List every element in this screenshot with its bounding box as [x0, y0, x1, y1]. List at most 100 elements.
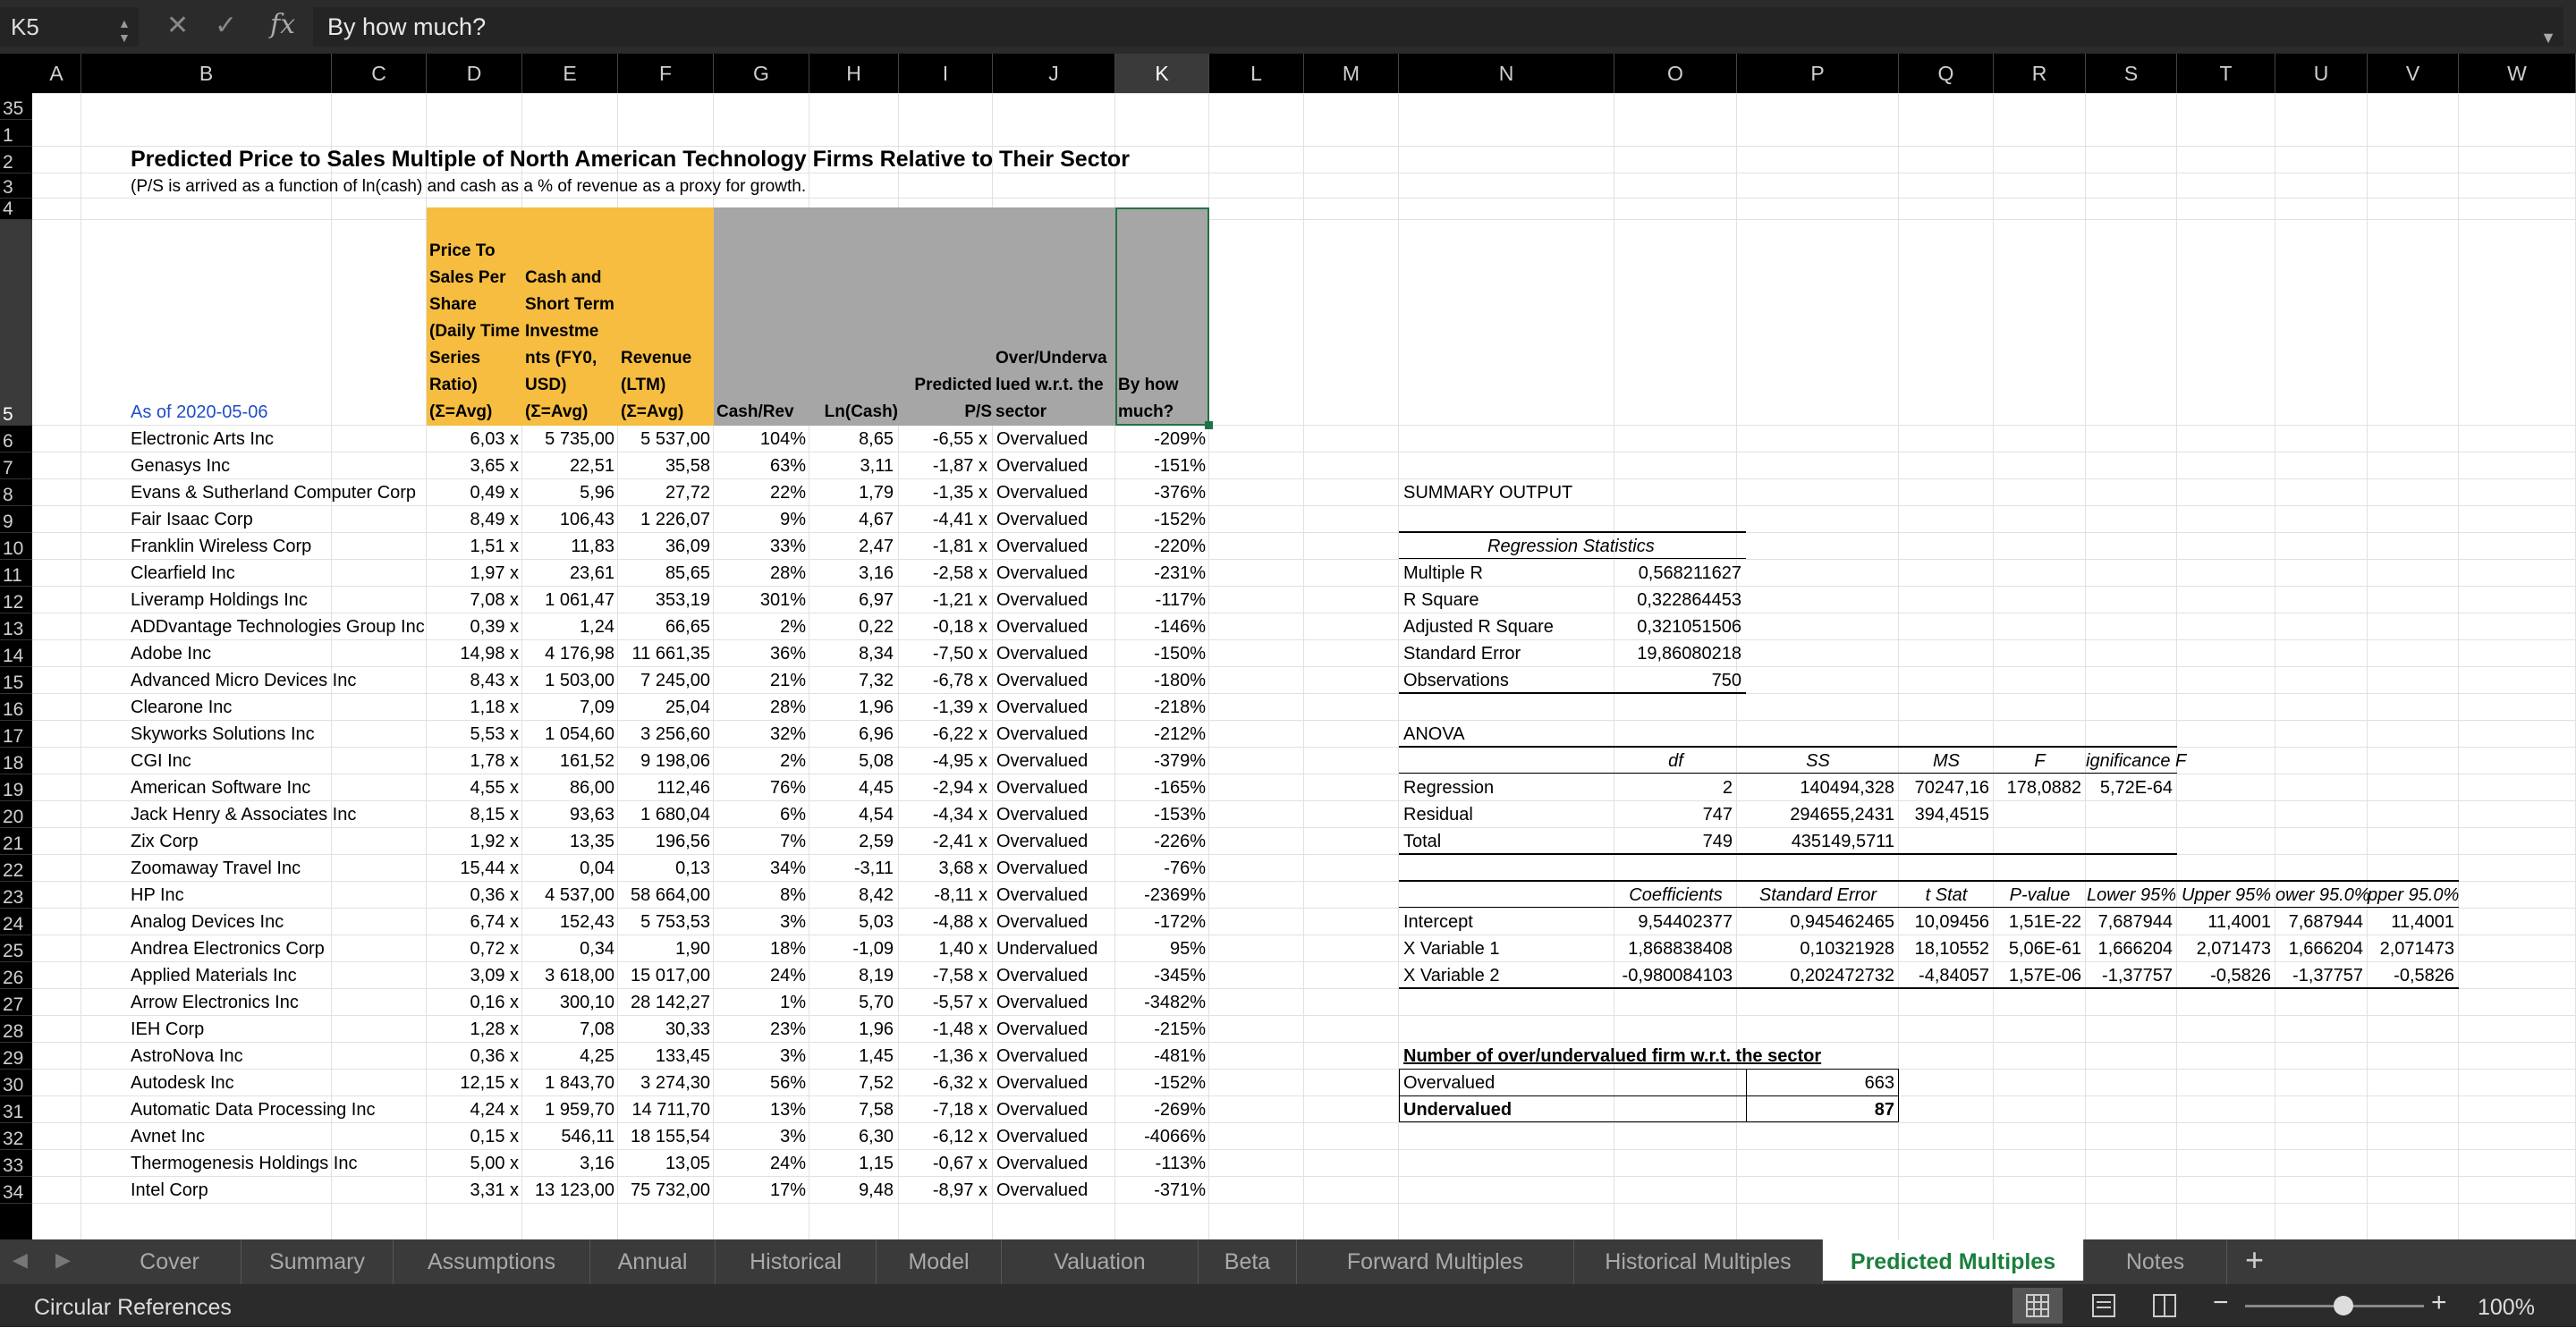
revenue-value[interactable]: 3 256,60 [640, 724, 710, 744]
predicted-ps-value[interactable]: -1,48 x [933, 1019, 987, 1039]
header-by-how-much[interactable]: By how much? [1118, 372, 1208, 426]
valuation-status[interactable]: Overvalued [996, 724, 1088, 744]
revenue-value[interactable]: 27,72 [665, 483, 710, 503]
ps-value[interactable]: 3,31 x [470, 1180, 519, 1200]
anova-value[interactable]: 2 [1723, 778, 1733, 798]
company-name[interactable]: Andrea Electronics Corp [131, 939, 325, 959]
revenue-value[interactable]: 58 664,00 [631, 885, 710, 905]
row-header[interactable]: 7 [0, 453, 32, 479]
company-name[interactable]: Fair Isaac Corp [131, 510, 253, 529]
cash-value[interactable]: 1 843,70 [545, 1073, 614, 1093]
predicted-ps-value[interactable]: -5,57 x [933, 993, 987, 1012]
sheet-tab[interactable]: Historical Multiples [1574, 1239, 1823, 1284]
revenue-value[interactable]: 15 017,00 [631, 966, 710, 985]
coef-row-label[interactable]: X Variable 1 [1403, 939, 1499, 959]
predicted-ps-value[interactable]: 3,68 x [939, 859, 987, 878]
valuation-delta[interactable]: 95% [1170, 939, 1206, 959]
cash-rev-value[interactable]: 24% [770, 1154, 806, 1173]
anova-row-label[interactable]: Total [1403, 832, 1441, 851]
valuation-delta[interactable]: -152% [1154, 510, 1206, 529]
cash-value[interactable]: 3,16 [580, 1154, 614, 1173]
valuation-status[interactable]: Overvalued [996, 456, 1088, 476]
coef-header[interactable]: ower 95.0% [2275, 885, 2370, 905]
row-header[interactable]: 29 [0, 1043, 32, 1070]
column-header[interactable]: E [522, 54, 618, 93]
ln-cash-value[interactable]: 4,67 [859, 510, 894, 529]
ln-cash-value[interactable]: 5,70 [859, 993, 894, 1012]
cash-value[interactable]: 4 537,00 [545, 885, 614, 905]
cash-value[interactable]: 152,43 [560, 912, 614, 932]
cash-rev-value[interactable]: 56% [770, 1073, 806, 1093]
cash-rev-value[interactable]: 36% [770, 644, 806, 664]
coef-value[interactable]: 0,202472732 [1790, 966, 1894, 985]
column-header[interactable]: A [32, 54, 81, 93]
cash-rev-value[interactable]: 8% [780, 885, 806, 905]
count-label[interactable]: Overvalued [1403, 1073, 1495, 1093]
cash-rev-value[interactable]: 32% [770, 724, 806, 744]
cash-rev-value[interactable]: 28% [770, 563, 806, 583]
ln-cash-value[interactable]: 4,54 [859, 805, 894, 825]
header-revenue[interactable]: Revenue (LTM) (Σ=Avg) [621, 345, 713, 426]
summary-title[interactable]: SUMMARY OUTPUT [1403, 483, 1572, 503]
company-name[interactable]: CGI Inc [131, 751, 191, 771]
predicted-ps-value[interactable]: -6,32 x [933, 1073, 987, 1093]
ln-cash-value[interactable]: 0,22 [859, 617, 894, 637]
anova-header[interactable]: MS [1899, 751, 1994, 771]
anova-header[interactable]: SS [1737, 751, 1899, 771]
coef-row-label[interactable]: Intercept [1403, 912, 1473, 932]
regression-stat-value[interactable]: 19,86080218 [1637, 644, 1741, 664]
valuation-status[interactable]: Overvalued [996, 510, 1088, 529]
revenue-value[interactable]: 75 732,00 [631, 1180, 710, 1200]
company-name[interactable]: Franklin Wireless Corp [131, 537, 311, 556]
coef-value[interactable]: 9,54402377 [1638, 912, 1733, 932]
company-name[interactable]: Intel Corp [131, 1180, 208, 1200]
ps-value[interactable]: 1,97 x [470, 563, 519, 583]
regression-stat-label[interactable]: Adjusted R Square [1403, 617, 1554, 637]
coef-value[interactable]: -1,37757 [2102, 966, 2173, 985]
regression-stat-value[interactable]: 0,322864453 [1637, 590, 1741, 610]
ln-cash-value[interactable]: 4,45 [859, 778, 894, 798]
ln-cash-value[interactable]: -1,09 [852, 939, 894, 959]
row-header[interactable]: 32 [0, 1123, 32, 1150]
valuation-delta[interactable]: -218% [1154, 698, 1206, 717]
column-header[interactable]: K [1115, 54, 1209, 93]
sheet-subtitle[interactable]: (P/S is arrived as a function of ln(cash… [131, 177, 806, 197]
ln-cash-value[interactable]: 9,48 [859, 1180, 894, 1200]
ps-value[interactable]: 1,51 x [470, 537, 519, 556]
ps-value[interactable]: 1,78 x [470, 751, 519, 771]
row-header[interactable]: 27 [0, 989, 32, 1016]
company-name[interactable]: Zix Corp [131, 832, 199, 851]
row-header[interactable]: 8 [0, 479, 32, 506]
ln-cash-value[interactable]: 1,96 [859, 1019, 894, 1039]
coef-header[interactable]: Lower 95% [2086, 885, 2177, 905]
revenue-value[interactable]: 196,56 [656, 832, 710, 851]
revenue-value[interactable]: 25,04 [665, 698, 710, 717]
coef-value[interactable]: 1,868838408 [1628, 939, 1733, 959]
scroll-tabs-right-icon[interactable]: ▶ [55, 1248, 71, 1272]
anova-value[interactable]: 70247,16 [1915, 778, 1989, 798]
ln-cash-value[interactable]: 8,19 [859, 966, 894, 985]
cash-rev-value[interactable]: 2% [780, 751, 806, 771]
cash-value[interactable]: 93,63 [570, 805, 614, 825]
ps-value[interactable]: 7,08 x [470, 590, 519, 610]
zoom-out-icon[interactable]: − [2213, 1288, 2229, 1318]
anova-row-label[interactable]: Residual [1403, 805, 1473, 825]
valuation-status[interactable]: Overvalued [996, 751, 1088, 771]
name-box-stepper-icon[interactable]: ▲ ▼ [118, 16, 131, 45]
cash-value[interactable]: 5,96 [580, 483, 614, 503]
revenue-value[interactable]: 112,46 [657, 778, 710, 798]
company-name[interactable]: Autodesk Inc [131, 1073, 234, 1093]
anova-header[interactable]: df [1614, 751, 1737, 771]
revenue-value[interactable]: 353,19 [656, 590, 710, 610]
revenue-value[interactable]: 28 142,27 [631, 993, 710, 1012]
cash-rev-value[interactable]: 301% [760, 590, 806, 610]
cash-rev-value[interactable]: 3% [780, 1127, 806, 1146]
cash-rev-value[interactable]: 3% [780, 912, 806, 932]
valuation-delta[interactable]: -150% [1154, 644, 1206, 664]
ps-value[interactable]: 0,16 x [470, 993, 519, 1012]
anova-value[interactable]: 435149,5711 [1792, 832, 1894, 851]
ps-value[interactable]: 0,49 x [470, 483, 519, 503]
cash-value[interactable]: 4 176,98 [545, 644, 614, 664]
cash-value[interactable]: 1 061,47 [545, 590, 614, 610]
ln-cash-value[interactable]: 1,45 [859, 1046, 894, 1066]
